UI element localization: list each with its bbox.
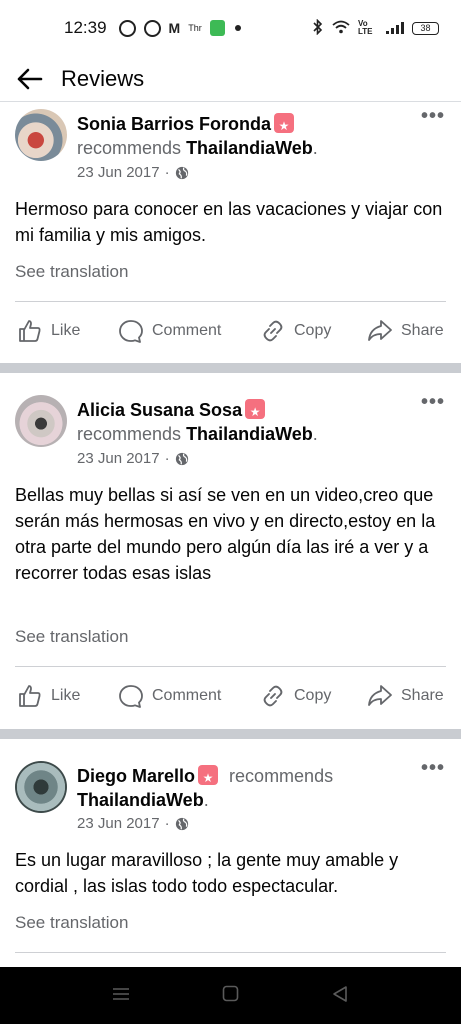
recommends-label: recommends	[77, 424, 182, 444]
review-text: Hermoso para conocer en las vacaciones y…	[15, 199, 443, 245]
recommendation-badge-icon	[198, 765, 219, 790]
share-button[interactable]: Share	[367, 318, 444, 344]
share-button[interactable]: Share	[367, 683, 444, 709]
page-title: Reviews	[61, 65, 145, 91]
action-bar: Like Comment Copy Share	[0, 301, 461, 361]
author-name[interactable]: Sonia Barrios Foronda	[77, 114, 271, 134]
notification-icons: M Thr	[118, 19, 241, 37]
thumbs-up-icon	[19, 685, 41, 707]
status-time: 12:39	[64, 18, 107, 37]
home-icon[interactable]	[222, 985, 239, 1002]
comment-icon	[119, 685, 143, 708]
comment-icon	[119, 320, 143, 343]
link-icon	[263, 320, 283, 342]
shopping-app-icon	[209, 20, 225, 36]
recents-menu-icon[interactable]	[112, 985, 130, 1003]
page-name[interactable]: ThailandiaWeb	[77, 790, 204, 810]
see-translation-link[interactable]: See translation	[15, 262, 128, 282]
recommends-label: recommends	[229, 766, 334, 786]
review-header: Alicia Susana Sosa recommends Thailandia…	[77, 398, 417, 446]
status-bar: 12:39 M Thr Vo LTE 38	[0, 0, 461, 56]
recommends-label: recommends	[77, 138, 182, 158]
battery-icon: 38	[412, 21, 439, 35]
see-translation-link[interactable]: See translation	[15, 913, 128, 933]
like-button[interactable]: Like	[17, 683, 80, 709]
like-button[interactable]: Like	[17, 318, 80, 344]
page-name[interactable]: ThailandiaWeb	[186, 138, 313, 158]
date-text[interactable]: 23 Jun 2017	[77, 164, 160, 181]
comment-button[interactable]: Comment	[118, 318, 221, 344]
avatar[interactable]	[15, 109, 67, 161]
signal-icon	[386, 22, 404, 34]
section-separator	[0, 363, 461, 373]
page-name[interactable]: ThailandiaWeb	[186, 424, 313, 444]
action-bar: Like Comment Copy Share	[0, 666, 461, 726]
review-text: Bellas muy bellas si así se ven en un vi…	[15, 485, 436, 583]
post-date: 23 Jun 2017 ·	[77, 815, 189, 832]
bluetooth-icon	[312, 18, 324, 38]
more-options-icon[interactable]: •••	[421, 758, 445, 778]
avatar[interactable]	[15, 395, 67, 447]
review-header: Sonia Barrios Foronda recommends Thailan…	[77, 112, 417, 160]
review-card: Alicia Susana Sosa recommends Thailandia…	[0, 389, 461, 729]
copy-button[interactable]: Copy	[260, 318, 331, 344]
avatar[interactable]	[15, 761, 67, 813]
see-translation-link[interactable]: See translation	[15, 627, 128, 647]
app-icon: Thr	[188, 23, 202, 33]
review-header: Diego Marello recommends ThailandiaWeb.	[77, 764, 377, 812]
more-notifications-dot-icon	[234, 25, 241, 31]
app-notification-icon	[118, 19, 136, 37]
page-header: Reviews	[0, 56, 461, 102]
date-text[interactable]: 23 Jun 2017	[77, 450, 160, 467]
system-navigation-bar	[0, 967, 461, 1024]
globe-icon	[175, 817, 188, 830]
back-nav-icon[interactable]	[332, 985, 348, 1003]
review-card: Sonia Barrios Foronda recommends Thailan…	[0, 103, 461, 363]
share-icon	[368, 320, 392, 341]
share-icon	[368, 685, 392, 706]
more-options-icon[interactable]: •••	[421, 106, 445, 126]
review-card: Diego Marello recommends ThailandiaWeb. …	[0, 755, 461, 967]
copy-button[interactable]: Copy	[260, 683, 331, 709]
author-name[interactable]: Alicia Susana Sosa	[77, 400, 242, 420]
review-text: Es un lugar maravilloso ; la gente muy a…	[15, 850, 399, 896]
system-icons: Vo LTE 38	[312, 18, 439, 38]
divider	[15, 952, 446, 953]
date-text[interactable]: 23 Jun 2017	[77, 815, 160, 832]
recommendation-badge-icon	[245, 399, 266, 424]
gmail-icon: M	[168, 20, 181, 36]
line-notification-icon	[143, 19, 161, 37]
comment-button[interactable]: Comment	[118, 683, 221, 709]
thumbs-up-icon	[19, 320, 41, 342]
recommendation-badge-icon	[274, 113, 295, 138]
post-date: 23 Jun 2017 ·	[77, 164, 189, 181]
back-arrow-icon	[17, 68, 43, 89]
volte-label: Vo LTE	[358, 19, 373, 36]
wifi-icon	[332, 20, 350, 37]
back-button[interactable]	[12, 62, 46, 96]
globe-icon	[175, 166, 188, 179]
battery-level: 38	[420, 23, 431, 33]
post-date: 23 Jun 2017 ·	[77, 450, 189, 467]
more-options-icon[interactable]: •••	[421, 392, 445, 412]
globe-icon	[175, 452, 188, 465]
author-name[interactable]: Diego Marello	[77, 766, 195, 786]
link-icon	[263, 685, 283, 707]
section-separator	[0, 729, 461, 739]
